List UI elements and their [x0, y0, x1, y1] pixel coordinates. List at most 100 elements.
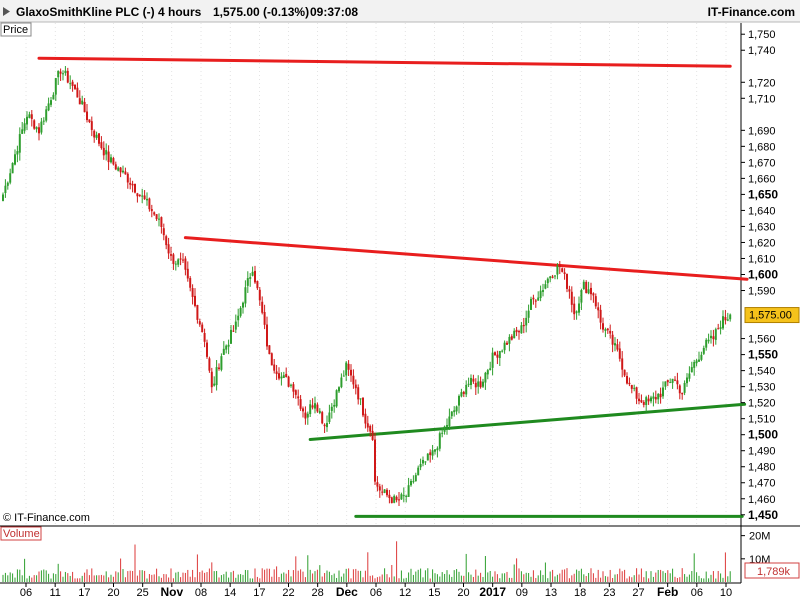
volume-bar	[309, 569, 311, 582]
candle-body	[582, 281, 585, 290]
candle-body	[254, 270, 256, 283]
volume-panel-label: Volume	[3, 528, 40, 540]
candle-body	[443, 426, 446, 432]
candle-body	[717, 328, 720, 330]
volume-bar	[244, 569, 246, 582]
candle-body	[693, 362, 696, 368]
candle-body	[294, 390, 297, 395]
volume-bar	[165, 574, 167, 582]
volume-bar	[523, 574, 525, 582]
volume-bar	[273, 569, 275, 582]
candle-body	[323, 424, 326, 427]
price-tick-label: 1,540	[748, 366, 776, 378]
candle-body	[621, 358, 624, 370]
volume-bar	[259, 578, 261, 582]
candle-body	[148, 198, 151, 210]
volume-bar	[151, 574, 153, 582]
candle-body	[172, 254, 175, 264]
candle-body	[520, 325, 523, 334]
volume-bar	[585, 575, 587, 582]
volume-bar	[429, 578, 431, 582]
volume-bar	[115, 571, 117, 582]
candle-body	[407, 485, 410, 497]
candle-body	[465, 384, 468, 395]
volume-bar	[141, 570, 143, 582]
volume-bar	[57, 563, 59, 582]
volume-bar	[472, 576, 474, 582]
volume-bar	[532, 570, 534, 582]
volume-bar	[196, 554, 198, 582]
candle-body	[321, 412, 324, 424]
candle-body	[678, 385, 681, 394]
time-tick-label: 28	[312, 587, 324, 599]
candle-body	[618, 348, 621, 359]
volume-bar	[96, 575, 98, 582]
candle-body	[688, 373, 691, 379]
candle-body	[177, 259, 180, 265]
candle-body	[558, 264, 561, 267]
candle-body	[290, 384, 292, 386]
candle-body	[153, 212, 156, 215]
candle-body	[551, 276, 554, 278]
candle-body	[398, 499, 400, 501]
time-tick-label: 17	[78, 587, 90, 599]
volume-bar	[266, 568, 268, 582]
candle-body	[674, 379, 676, 381]
candle-body	[304, 412, 307, 419]
volume-bar	[304, 577, 306, 582]
candle-body	[482, 381, 484, 387]
volume-bar	[127, 571, 129, 582]
time-tick-label: 06	[691, 587, 703, 599]
candle-body	[54, 78, 57, 95]
candle-body	[525, 317, 528, 326]
candle-body	[74, 84, 76, 89]
volume-bar	[302, 571, 304, 582]
volume-bar	[604, 576, 606, 582]
candle-body	[16, 151, 19, 155]
candle-body	[575, 311, 578, 313]
volume-bar	[456, 569, 458, 582]
volume-tick-label: 20M	[749, 531, 770, 543]
candle-body	[366, 423, 369, 428]
volume-bar	[626, 578, 628, 582]
volume-bar	[465, 553, 467, 582]
volume-bar	[516, 558, 518, 582]
volume-bar	[436, 574, 438, 582]
candle-body	[42, 120, 45, 122]
candle-body	[338, 387, 340, 392]
candle-body	[666, 380, 669, 383]
volume-bar	[703, 578, 705, 582]
volume-bar	[172, 578, 174, 582]
candle-body	[244, 287, 247, 304]
volume-bar	[636, 568, 638, 582]
volume-bar	[705, 571, 707, 582]
volume-bar	[528, 573, 530, 582]
candle-body	[206, 342, 208, 357]
candle-body	[299, 399, 302, 409]
candle-body	[460, 392, 463, 397]
candle-body	[347, 363, 350, 370]
volume-bar	[484, 556, 486, 582]
candle-body	[35, 127, 38, 130]
candle-body	[306, 413, 309, 418]
volume-bar	[372, 575, 374, 582]
candle-body	[518, 331, 520, 333]
candle-body	[640, 400, 643, 403]
volume-bar	[45, 570, 47, 582]
volume-bar	[643, 577, 645, 582]
volume-bar	[88, 575, 90, 582]
volume-bar	[81, 575, 83, 582]
price-tick-label: 1,670	[748, 157, 776, 169]
candle-body	[650, 397, 652, 402]
candle-body	[714, 329, 717, 340]
volume-bar	[67, 573, 69, 582]
price-tick-label: 1,680	[748, 141, 776, 153]
candle-body	[424, 461, 427, 463]
volume-bar	[14, 577, 16, 582]
candle-body	[431, 450, 434, 456]
candle-body	[657, 394, 660, 400]
candle-body	[268, 345, 271, 355]
candle-body	[282, 375, 285, 378]
price-tick-label: 1,750	[748, 29, 776, 41]
volume-bar	[72, 571, 74, 582]
